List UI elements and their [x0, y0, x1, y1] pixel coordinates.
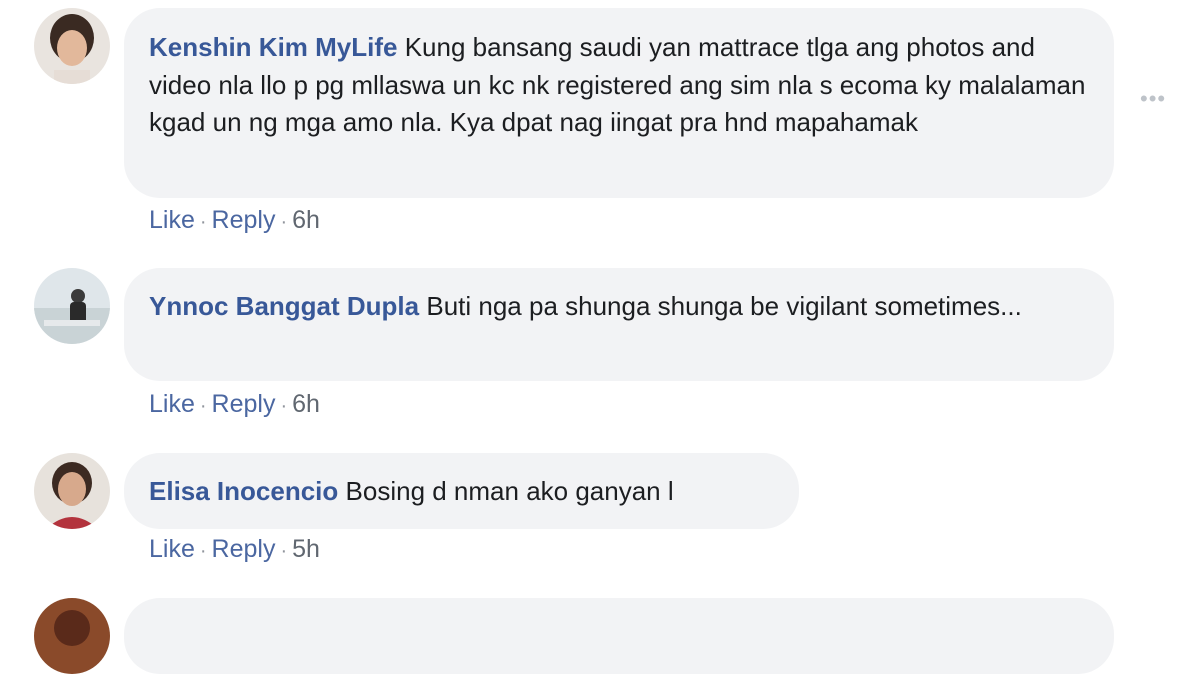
comment-author[interactable]: Kenshin Kim MyLife: [149, 32, 397, 62]
more-horizontal-icon[interactable]: •••: [1140, 86, 1166, 112]
like-button[interactable]: Like: [149, 206, 195, 234]
avatar[interactable]: [34, 8, 110, 84]
separator-dot: ·: [280, 540, 288, 562]
comment-bubble: Elisa Inocencio Bosing d nman ako ganyan…: [124, 453, 799, 529]
comment-author[interactable]: Ynnoc Banggat Dupla: [149, 291, 419, 321]
comment-bubble: Kenshin Kim MyLife Kung bansang saudi ya…: [124, 8, 1114, 198]
like-button[interactable]: Like: [149, 390, 195, 418]
avatar[interactable]: [34, 598, 110, 674]
comment-text: Bosing d nman ako ganyan l: [345, 476, 674, 506]
comment-actions: Like · Reply · 5h: [149, 535, 320, 564]
reply-button[interactable]: Reply: [212, 390, 276, 418]
like-button[interactable]: Like: [149, 535, 195, 563]
timestamp[interactable]: 6h: [292, 390, 320, 418]
separator-dot: ·: [199, 211, 207, 233]
comment-actions: Like · Reply · 6h: [149, 390, 320, 419]
separator-dot: ·: [199, 540, 207, 562]
comment-bubble: [124, 598, 1114, 674]
avatar[interactable]: [34, 268, 110, 344]
timestamp[interactable]: 6h: [292, 206, 320, 234]
comment-actions: Like · Reply · 6h: [149, 206, 320, 235]
reply-button[interactable]: Reply: [212, 535, 276, 563]
separator-dot: ·: [199, 395, 207, 417]
avatar[interactable]: [34, 453, 110, 529]
comment-author[interactable]: Elisa Inocencio: [149, 476, 338, 506]
comment-bubble: Ynnoc Banggat Dupla Buti nga pa shunga s…: [124, 268, 1114, 381]
reply-button[interactable]: Reply: [212, 206, 276, 234]
separator-dot: ·: [280, 395, 288, 417]
timestamp[interactable]: 5h: [292, 535, 320, 563]
separator-dot: ·: [280, 211, 288, 233]
comment-text: Buti nga pa shunga shunga be vigilant so…: [426, 291, 1022, 321]
